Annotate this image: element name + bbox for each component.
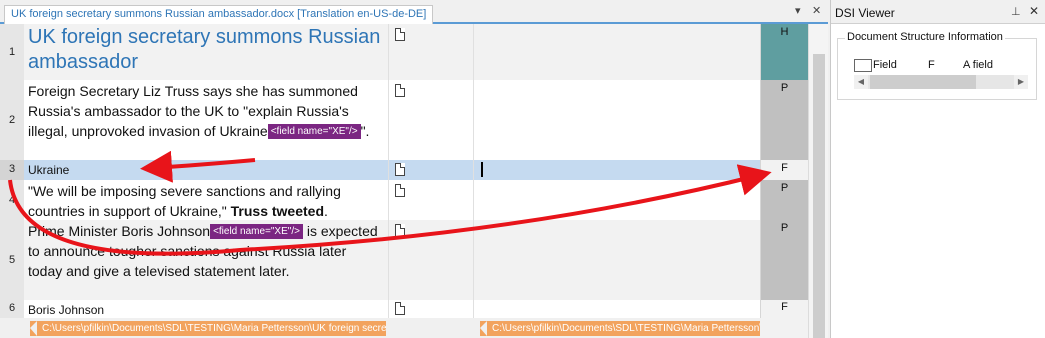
- segment-number: 5: [0, 220, 24, 300]
- target-cell[interactable]: [476, 220, 760, 300]
- document-structure-group: Document Structure Information Field F A…: [837, 31, 1037, 100]
- target-cell[interactable]: [476, 160, 760, 180]
- segment-number: 4: [0, 180, 24, 220]
- source-cell[interactable]: Boris Johnson: [24, 300, 386, 318]
- status-cell: [388, 180, 474, 220]
- structure-cell: F: [760, 300, 808, 318]
- horizontal-scrollbar[interactable]: ◀ ▶: [854, 75, 1028, 89]
- document-icon: [395, 84, 405, 97]
- tab-list-dropdown-icon[interactable]: ▾: [795, 4, 801, 17]
- document-icon: [395, 163, 405, 176]
- source-file-path[interactable]: C:\Users\pfilkin\Documents\SDL\TESTING\M…: [30, 321, 386, 336]
- close-icon[interactable]: ✕: [1029, 4, 1039, 18]
- source-cell[interactable]: Foreign Secretary Liz Truss says she has…: [24, 80, 386, 160]
- segment-row-selected[interactable]: 3 Ukraine F: [0, 160, 828, 180]
- segment-row[interactable]: 6 Boris Johnson F: [0, 300, 828, 318]
- segment-row[interactable]: 4 "We will be imposing severe sanctions …: [0, 180, 828, 220]
- scrollbar-thumb[interactable]: [813, 54, 825, 338]
- group-title: Document Structure Information: [845, 31, 1005, 43]
- source-text-tail: .: [324, 203, 328, 219]
- vertical-scrollbar[interactable]: [808, 24, 828, 338]
- pin-icon[interactable]: ⊥: [1011, 5, 1021, 18]
- target-cell[interactable]: [476, 80, 760, 160]
- document-icon: [395, 184, 405, 197]
- source-cell[interactable]: "We will be imposing severe sanctions an…: [24, 180, 386, 220]
- structure-cell: P: [760, 220, 808, 300]
- source-cell[interactable]: Prime Minister Boris Johnson <field name=…: [24, 220, 386, 300]
- status-cell: [388, 300, 474, 318]
- scrollbar-thumb[interactable]: [870, 75, 976, 89]
- legend-field: Field: [873, 59, 897, 71]
- source-text: Ukraine: [28, 163, 70, 177]
- status-cell: [388, 80, 474, 160]
- source-cell[interactable]: UK foreign secretary summons Russian amb…: [24, 24, 386, 80]
- structure-cell: F: [760, 160, 808, 180]
- status-cell: [388, 160, 474, 180]
- segment-row[interactable]: 5 Prime Minister Boris Johnson <field nam…: [0, 220, 828, 300]
- segment-number: 1: [0, 24, 24, 80]
- status-cell: [388, 24, 474, 80]
- target-cell[interactable]: [476, 180, 760, 220]
- dsi-viewer-panel: DSI Viewer ⊥ ✕ Document Structure Inform…: [830, 0, 1045, 338]
- structure-cell: H: [760, 24, 808, 80]
- target-cell[interactable]: [476, 24, 760, 80]
- segment-row[interactable]: 2 Foreign Secretary Liz Truss says she h…: [0, 80, 828, 160]
- editor-grid: 1 UK foreign secretary summons Russian a…: [0, 24, 828, 338]
- structure-cell: P: [760, 80, 808, 160]
- segment-row[interactable]: 1 UK foreign secretary summons Russian a…: [0, 24, 828, 80]
- field-tag[interactable]: <field name="XE"/>: [267, 124, 361, 139]
- source-text: UK foreign secretary summons Russian amb…: [28, 26, 381, 73]
- panel-header: DSI Viewer ⊥ ✕: [831, 0, 1045, 24]
- source-cell[interactable]: Ukraine: [24, 160, 386, 180]
- field-tag[interactable]: <field name="XE"/>: [210, 224, 303, 239]
- source-text: Prime Minister Boris Johnson: [28, 223, 211, 239]
- file-path-bar: C:\Users\pfilkin\Documents\SDL\TESTING\M…: [0, 318, 828, 338]
- status-cell: [388, 220, 474, 300]
- source-text-tail: ".: [360, 123, 370, 139]
- panel-title: DSI Viewer: [835, 6, 895, 20]
- segment-number: 2: [0, 80, 24, 160]
- target-file-path[interactable]: C:\Users\pfilkin\Documents\SDL\TESTING\M…: [480, 321, 760, 336]
- close-tab-icon[interactable]: ✕: [812, 4, 821, 17]
- structure-cell: P: [760, 180, 808, 220]
- document-icon: [395, 224, 405, 237]
- document-icon: [395, 302, 405, 315]
- scroll-left-icon[interactable]: ◀: [854, 75, 868, 89]
- document-icon: [395, 28, 405, 41]
- source-text-bold: Truss tweeted: [230, 203, 324, 219]
- app-window: UK foreign secretary summons Russian amb…: [0, 0, 1045, 338]
- document-tab-strip: UK foreign secretary summons Russian amb…: [0, 0, 828, 24]
- segment-number: 6: [0, 300, 24, 318]
- text-cursor: [481, 162, 483, 177]
- structure-cell: [760, 318, 808, 338]
- legend-row: Field F A field: [854, 59, 1024, 73]
- legend-description: A field: [963, 59, 993, 71]
- document-tab[interactable]: UK foreign secretary summons Russian amb…: [4, 5, 434, 24]
- target-cell[interactable]: [476, 300, 760, 318]
- source-text: Boris Johnson: [28, 303, 105, 317]
- legend-color-box: [854, 59, 872, 72]
- legend-code: F: [928, 59, 935, 71]
- segment-number: 3: [0, 160, 24, 180]
- scroll-right-icon[interactable]: ▶: [1014, 75, 1028, 89]
